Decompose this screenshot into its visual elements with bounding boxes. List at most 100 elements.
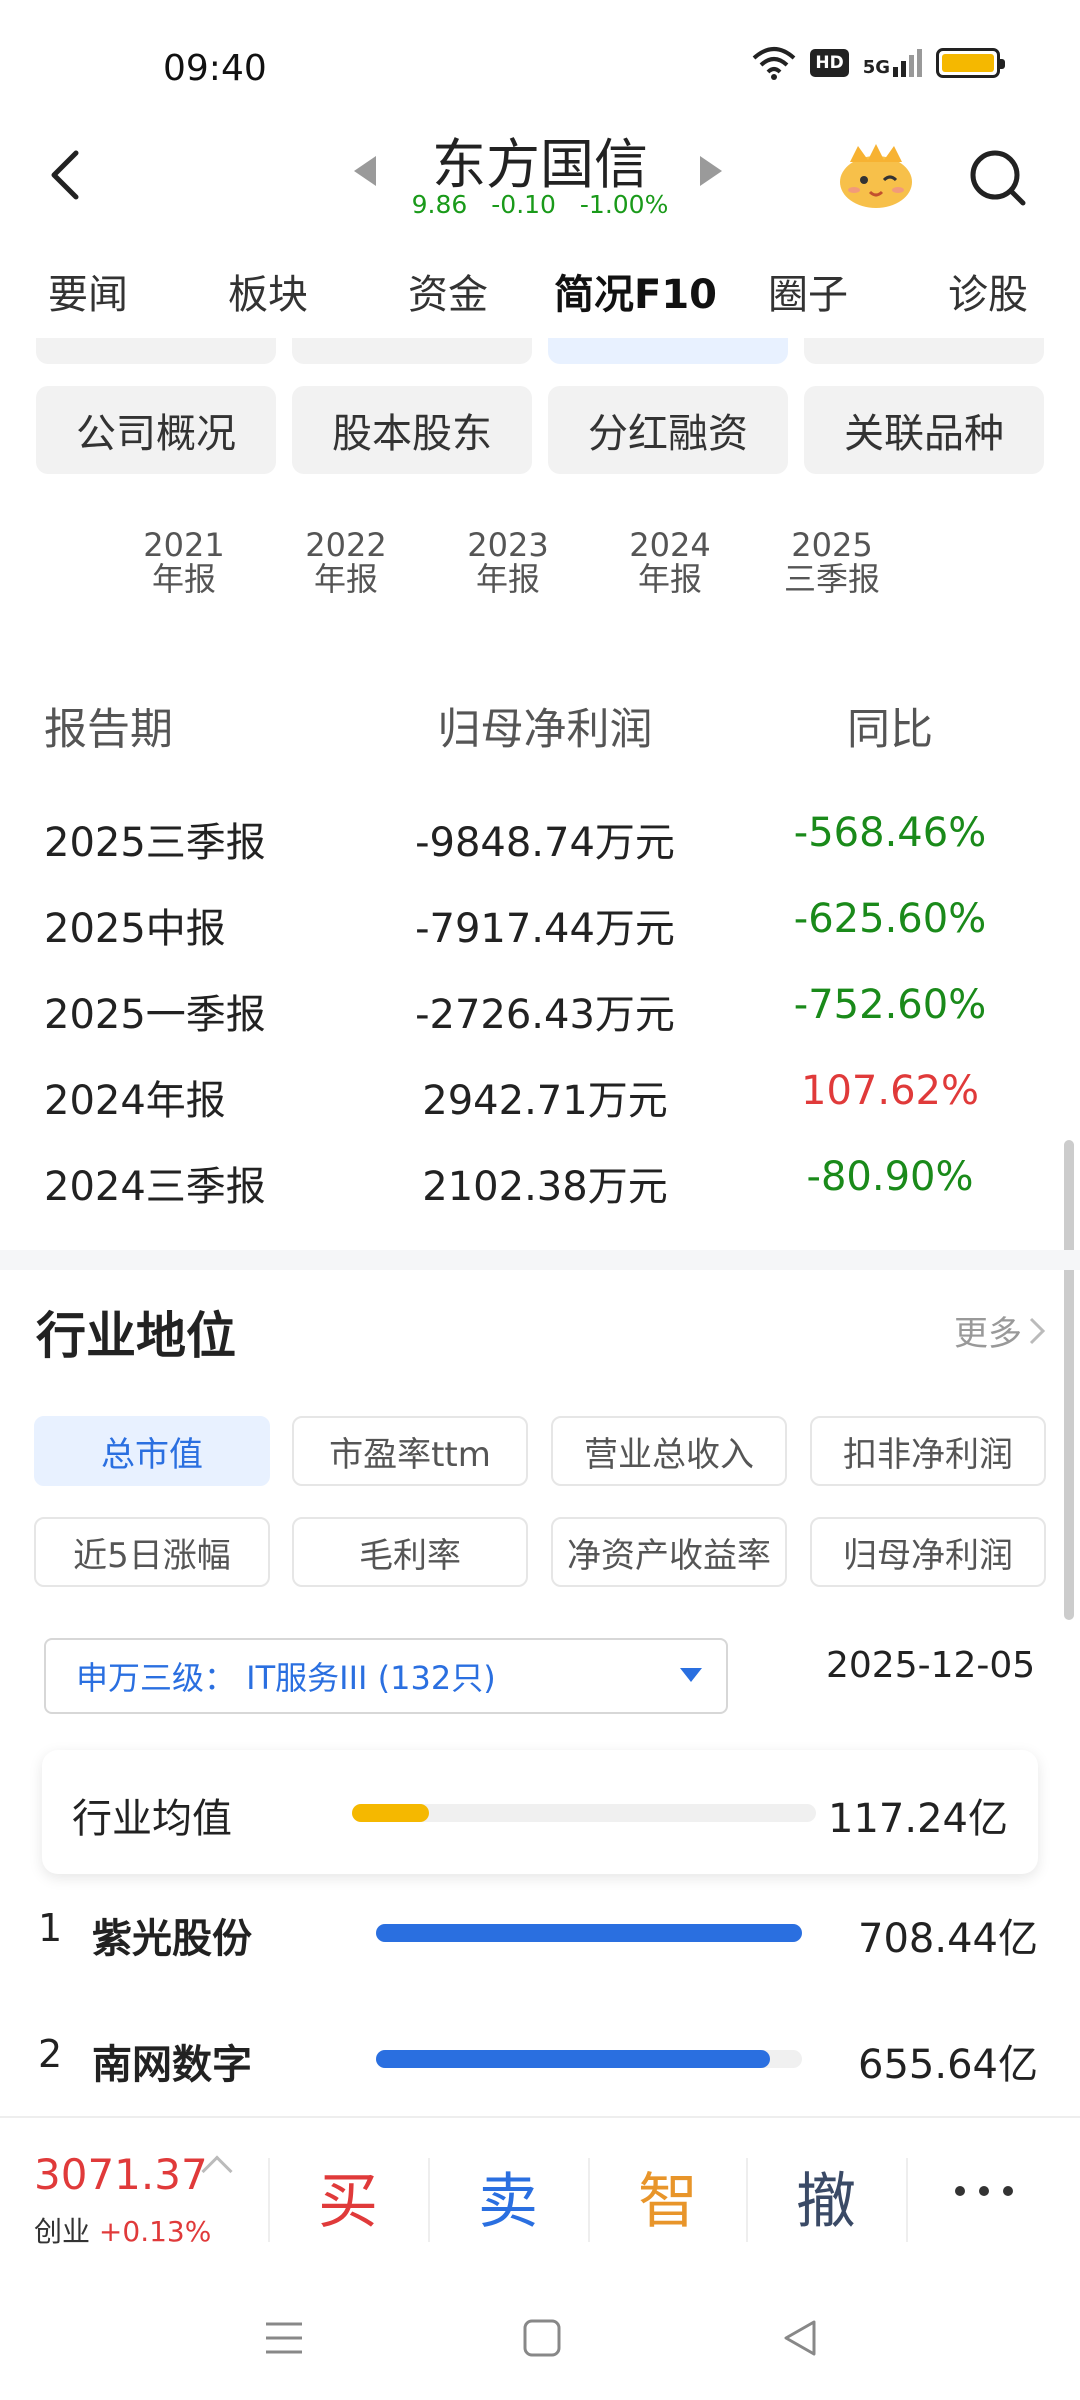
average-label: 行业均值: [72, 1796, 232, 1842]
scrollbar-thumb[interactable]: [1064, 1140, 1074, 1620]
data-date: 2025-12-05: [826, 1645, 1036, 1686]
year-option-2023[interactable]: 2023 年报: [448, 528, 568, 596]
average-bar-track: [352, 1804, 816, 1822]
scrolled-button-remnant: [548, 338, 788, 364]
tab-diagnose[interactable]: 诊股: [948, 262, 1028, 320]
yoy-cell: -568.46%: [793, 810, 987, 856]
stock-change-pct: -1.00%: [579, 190, 669, 219]
year-option-2022[interactable]: 2022 年报: [286, 528, 406, 596]
period-cell: 2025三季报: [44, 820, 266, 866]
trade-bar: 3071.37 创业 +0.13% 买 卖 智 撤: [0, 2116, 1080, 2284]
tab-community[interactable]: 圈子: [768, 262, 848, 320]
metric-market-cap[interactable]: 总市值: [34, 1416, 270, 1486]
yoy-cell: -625.60%: [793, 896, 987, 942]
metric-revenue[interactable]: 营业总收入: [551, 1416, 787, 1486]
industry-dropdown[interactable]: 申万三级： IT服务III (132只): [44, 1638, 728, 1714]
section-company-overview[interactable]: 公司概况: [36, 386, 276, 474]
year-kind: 年报: [637, 560, 702, 598]
tab-sector[interactable]: 板块: [228, 262, 308, 320]
stock-price: 9.86: [411, 190, 468, 219]
section-divider: [0, 1250, 1080, 1270]
tab-news[interactable]: 要闻: [48, 262, 128, 320]
hd-badge: HD: [810, 49, 849, 77]
prev-stock-arrow-icon[interactable]: [354, 156, 376, 186]
ranking-row[interactable]: 1 紫光股份 708.44亿: [0, 1896, 1080, 1976]
section-dividends[interactable]: 分红融资: [548, 386, 788, 474]
network-label: 5G: [862, 57, 890, 78]
profit-cell: -9848.74万元: [415, 820, 675, 866]
sell-button[interactable]: 卖: [430, 2146, 586, 2246]
next-stock-arrow-icon[interactable]: [700, 156, 722, 186]
buy-button[interactable]: 买: [270, 2146, 426, 2246]
rank-value: 708.44亿: [858, 1916, 1038, 1962]
stock-header: 东方国信 9.86 -0.10 -1.00%: [0, 120, 1080, 230]
year-option-2021[interactable]: 2021 年报: [124, 528, 244, 596]
index-change: +0.13%: [98, 2215, 212, 2248]
status-time: 09:40: [163, 48, 267, 89]
search-icon[interactable]: [965, 145, 1029, 209]
period-cell: 2024三季报: [44, 1164, 266, 1210]
tab-funds[interactable]: 资金: [408, 262, 488, 320]
rank-number: 1: [38, 1906, 63, 1950]
smart-button[interactable]: 智: [590, 2146, 746, 2246]
wifi-icon: [753, 47, 796, 80]
metric-pe-ttm[interactable]: 市盈率ttm: [292, 1416, 528, 1486]
year-label: 2025: [791, 526, 873, 564]
year-kind: 三季报: [783, 560, 880, 598]
mascot-icon[interactable]: [836, 140, 916, 210]
scrolled-button-remnant: [292, 338, 532, 364]
tab-f10[interactable]: 简况F10: [554, 262, 717, 320]
back-icon[interactable]: [778, 2316, 822, 2360]
battery-icon: [936, 48, 1005, 78]
profit-cell: 2942.71万元: [422, 1078, 668, 1124]
cancel-order-button[interactable]: 撤: [748, 2146, 904, 2246]
status-icons: HD 5G: [752, 46, 1005, 80]
section-related[interactable]: 关联品种: [804, 386, 1044, 474]
rank-bar-fill: [376, 1924, 802, 1942]
home-icon[interactable]: [520, 2316, 564, 2360]
period-cell: 2024年报: [44, 1078, 226, 1124]
year-option-2024[interactable]: 2024 年报: [610, 528, 730, 596]
rank-bar-track: [376, 2050, 802, 2068]
table-row: 2024年报 2942.71万元 107.62%: [0, 1068, 1080, 1154]
year-label: 2021: [143, 526, 225, 564]
back-arrow-icon[interactable]: [38, 145, 98, 205]
yoy-cell: -80.90%: [806, 1154, 974, 1200]
stock-change: -0.10: [491, 190, 556, 219]
period-cell: 2025中报: [44, 906, 226, 952]
metric-net-profit[interactable]: 归母净利润: [810, 1517, 1046, 1587]
index-value[interactable]: 3071.37: [34, 2150, 208, 2199]
rank-company-name: 紫光股份: [92, 1916, 252, 1962]
metric-5day-change[interactable]: 近5日涨幅: [34, 1517, 270, 1587]
table-row: 2025中报 -7917.44万元 -625.60%: [0, 896, 1080, 982]
year-option-2025[interactable]: 2025 三季报: [772, 528, 892, 596]
year-label: 2022: [305, 526, 387, 564]
divider: [906, 2158, 908, 2242]
more-dots-icon[interactable]: [955, 2186, 1013, 2196]
index-name: 创业: [34, 2215, 91, 2248]
section-shareholders[interactable]: 股本股东: [292, 386, 532, 474]
profit-cell: -7917.44万元: [415, 906, 675, 952]
year-kind: 年报: [151, 560, 216, 598]
year-kind: 年报: [475, 560, 540, 598]
rank-value: 655.64亿: [858, 2042, 1038, 2088]
industry-dropdown-value: 申万三级： IT服务III (132只): [76, 1659, 496, 1697]
stock-quote: 9.86 -0.10 -1.00%: [380, 190, 700, 219]
metric-adjusted-profit[interactable]: 扣非净利润: [810, 1416, 1046, 1486]
menu-icon[interactable]: [262, 2316, 306, 2360]
yoy-cell: 107.62%: [801, 1068, 979, 1114]
year-label: 2023: [467, 526, 549, 564]
system-nav-bar: [0, 2284, 1080, 2400]
status-bar: 09:40 HD 5G: [0, 0, 1080, 130]
rank-company-name: 南网数字: [92, 2042, 252, 2088]
column-header-yoy: 同比: [847, 705, 933, 755]
scrolled-button-remnant: [36, 338, 276, 364]
metric-roe[interactable]: 净资产收益率: [551, 1517, 787, 1587]
industry-more-link[interactable]: 更多: [954, 1306, 1046, 1355]
ranking-row[interactable]: 2 南网数字 655.64亿: [0, 2022, 1080, 2102]
index-subline: 创业 +0.13%: [34, 2210, 211, 2250]
table-row: 2024三季报 2102.38万元 -80.90%: [0, 1154, 1080, 1240]
metric-gross-margin[interactable]: 毛利率: [292, 1517, 528, 1587]
rank-number: 2: [38, 2032, 63, 2076]
profit-cell: -2726.43万元: [415, 992, 675, 1038]
